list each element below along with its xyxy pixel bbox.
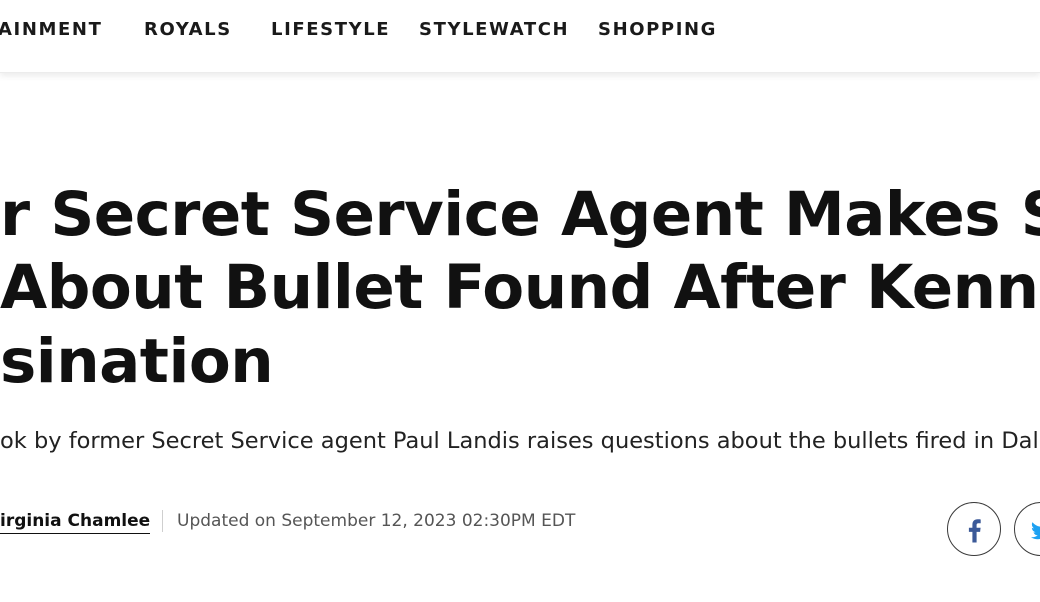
twitter-share-button[interactable] (1014, 502, 1040, 556)
nav-item-shopping[interactable]: SHOPPING (598, 19, 717, 41)
article-subheadline: ok by former Secret Service agent Paul L… (0, 427, 1040, 454)
nav-item-stylewatch[interactable]: STYLEWATCH (419, 19, 569, 41)
headline-line: sination (0, 326, 274, 398)
nav-item-lifestyle[interactable]: LIFESTYLE (271, 19, 390, 41)
twitter-icon (1031, 522, 1040, 540)
facebook-share-button[interactable] (947, 502, 1001, 556)
headline-line: r Secret Service Agent Makes Star (0, 179, 1040, 251)
facebook-icon (968, 519, 981, 543)
updated-timestamp: Updated on September 12, 2023 02:30PM ED… (177, 511, 576, 531)
article-page: AINMENT ROYALS LIFESTYLE STYLEWATCH SHOP… (0, 0, 1040, 602)
nav-item-royals[interactable]: ROYALS (144, 19, 232, 41)
byline-divider (162, 510, 163, 532)
article-headline: r Secret Service Agent Makes Star About … (0, 171, 1040, 403)
author-link[interactable]: irginia Chamlee (0, 509, 151, 534)
headline-line: About Bullet Found After Kennedy (0, 252, 1040, 324)
nav-item-entertainment[interactable]: AINMENT (0, 19, 102, 41)
top-navigation: AINMENT ROYALS LIFESTYLE STYLEWATCH SHOP… (0, 0, 1040, 73)
